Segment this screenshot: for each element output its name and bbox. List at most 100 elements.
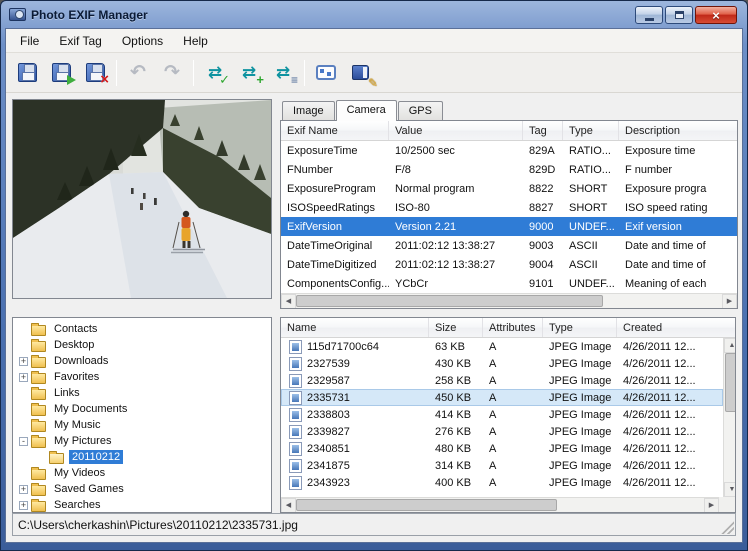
collapse-icon[interactable]: - — [19, 437, 28, 446]
tab-gps[interactable]: GPS — [398, 101, 443, 120]
check-overlay-icon: ✓ — [219, 73, 230, 86]
menu-options[interactable]: Options — [112, 31, 173, 51]
exif-name: ComponentsConfig... — [281, 278, 389, 290]
tree-item-desktop[interactable]: Desktop — [17, 337, 271, 353]
file-row[interactable]: 2343923400 KBAJPEG Image4/26/2011 12... — [281, 474, 723, 491]
exif-description: Exposure progra — [619, 183, 737, 195]
file-row[interactable]: 2338803414 KBAJPEG Image4/26/2011 12... — [281, 406, 723, 423]
expand-icon[interactable]: + — [19, 357, 28, 366]
scroll-up-button[interactable]: ▲ — [724, 338, 735, 353]
exif-horizontal-scrollbar[interactable]: ◀ ▶ — [281, 293, 737, 308]
scroll-track[interactable] — [724, 353, 735, 482]
exif-row[interactable]: FNumberF/8829DRATIO...F number — [281, 160, 737, 179]
column-header-type[interactable]: Type — [543, 318, 617, 337]
exif-row[interactable]: ExposureProgramNormal program8822SHORTEx… — [281, 179, 737, 198]
file-attributes: A — [483, 358, 543, 370]
exif-tag-list-button[interactable]: ⇄≡ — [266, 57, 300, 89]
exif-row-selected[interactable]: ExifVersionVersion 2.219000UNDEF...Exif … — [281, 217, 737, 236]
exif-value: YCbCr — [389, 278, 523, 290]
scroll-thumb[interactable] — [296, 295, 603, 307]
file-row[interactable]: 2327539430 KBAJPEG Image4/26/2011 12... — [281, 355, 723, 372]
viewer-button[interactable] — [309, 57, 343, 89]
column-header-value[interactable]: Value — [389, 121, 523, 140]
tree-item-favorites[interactable]: +Favorites — [17, 369, 271, 385]
exif-row[interactable]: ComponentsConfig...YCbCr9101UNDEF...Mean… — [281, 274, 737, 293]
plus-overlay-icon: + — [256, 73, 264, 86]
exif-row[interactable]: DateTimeDigitized2011:02:12 13:38:279004… — [281, 255, 737, 274]
scroll-track[interactable] — [296, 294, 722, 309]
menu-file[interactable]: File — [10, 31, 49, 51]
scroll-thumb[interactable] — [296, 499, 557, 511]
file-type: JPEG Image — [543, 460, 617, 472]
redo-icon: ↷ — [164, 63, 180, 82]
close-button[interactable]: × — [695, 6, 737, 24]
file-list-vertical-scrollbar[interactable]: ▲ ▼ — [723, 338, 735, 497]
tab-image[interactable]: Image — [282, 101, 335, 120]
menu-exif-tag[interactable]: Exif Tag — [49, 31, 111, 51]
maximize-button[interactable] — [665, 6, 693, 24]
tree-item-label: My Videos — [51, 466, 108, 480]
tree-item-my-videos[interactable]: My Videos — [17, 465, 271, 481]
scroll-right-button[interactable]: ▶ — [704, 498, 719, 513]
redo-button[interactable]: ↷ — [155, 57, 189, 89]
minimize-icon — [645, 18, 654, 21]
column-header-created[interactable]: Created — [617, 318, 736, 337]
scroll-down-button[interactable]: ▼ — [724, 482, 735, 497]
scroll-thumb[interactable] — [725, 353, 735, 412]
edit-exif-button[interactable]: ⇄✓ — [198, 57, 232, 89]
tree-item-saved-games[interactable]: +Saved Games — [17, 481, 271, 497]
toolbar-separator — [116, 60, 117, 86]
exif-row[interactable]: ExposureTime10/2500 sec829ARATIO...Expos… — [281, 141, 737, 160]
file-row[interactable]: 2339827276 KBAJPEG Image4/26/2011 12... — [281, 423, 723, 440]
column-header-tag[interactable]: Tag — [523, 121, 563, 140]
scroll-right-button[interactable]: ▶ — [722, 294, 737, 309]
expand-icon[interactable]: + — [19, 485, 28, 494]
file-attributes: A — [483, 392, 543, 404]
file-created: 4/26/2011 12... — [617, 341, 723, 353]
tree-item-my-pictures[interactable]: -My Pictures — [17, 433, 271, 449]
tree-item-my-music[interactable]: My Music — [17, 417, 271, 433]
file-attributes: A — [483, 375, 543, 387]
file-name: 2340851 — [307, 443, 350, 455]
save-copy-button[interactable] — [44, 57, 78, 89]
column-header-name[interactable]: Name — [281, 318, 429, 337]
tree-item-20110212[interactable]: 20110212 — [17, 449, 271, 465]
tree-item-contacts[interactable]: Contacts — [17, 321, 271, 337]
undo-button[interactable]: ↶ — [121, 57, 155, 89]
menu-help[interactable]: Help — [173, 31, 218, 51]
tree-item-my-documents[interactable]: My Documents — [17, 401, 271, 417]
column-header-exif-name[interactable]: Exif Name — [281, 121, 389, 140]
file-row[interactable]: 2329587258 KBAJPEG Image4/26/2011 12... — [281, 372, 723, 389]
tree-item-downloads[interactable]: +Downloads — [17, 353, 271, 369]
column-header-size[interactable]: Size — [429, 318, 483, 337]
add-exif-tag-button[interactable]: ⇄+ — [232, 57, 266, 89]
delete-exif-button[interactable]: × — [78, 57, 112, 89]
file-row-selected[interactable]: 2335731450 KBAJPEG Image4/26/2011 12... — [281, 389, 723, 406]
help-button[interactable]: ✎ — [343, 57, 377, 89]
exif-row[interactable]: ISOSpeedRatingsISO-808827SHORTISO speed … — [281, 198, 737, 217]
tree-item-searches[interactable]: +Searches — [17, 497, 271, 513]
column-header-type[interactable]: Type — [563, 121, 619, 140]
resize-grip[interactable] — [721, 521, 734, 534]
titlebar[interactable]: Photo EXIF Manager × — [5, 1, 743, 28]
scroll-left-button[interactable]: ◀ — [281, 294, 296, 309]
file-type: JPEG Image — [543, 341, 617, 353]
expand-icon[interactable]: + — [19, 501, 28, 510]
exif-row[interactable]: DateTimeOriginal2011:02:12 13:38:279003A… — [281, 236, 737, 255]
column-header-description[interactable]: Description — [619, 121, 738, 140]
tree-item-links[interactable]: Links — [17, 385, 271, 401]
file-row[interactable]: 115d71700c6463 KBAJPEG Image4/26/2011 12… — [281, 338, 723, 355]
column-header-attributes[interactable]: Attributes — [483, 318, 543, 337]
scroll-track[interactable] — [296, 498, 704, 513]
pencil-overlay-icon: ✎ — [368, 76, 378, 90]
save-button[interactable] — [10, 57, 44, 89]
file-row[interactable]: 2341875314 KBAJPEG Image4/26/2011 12... — [281, 457, 723, 474]
file-list-horizontal-scrollbar[interactable]: ◀ ▶ — [281, 497, 719, 512]
tab-camera[interactable]: Camera — [336, 100, 397, 121]
minimize-button[interactable] — [635, 6, 663, 24]
menubar: File Exif Tag Options Help — [6, 29, 742, 53]
file-row[interactable]: 2340851480 KBAJPEG Image4/26/2011 12... — [281, 440, 723, 457]
expand-icon[interactable]: + — [19, 373, 28, 382]
folder-icon — [31, 325, 46, 336]
scroll-left-button[interactable]: ◀ — [281, 498, 296, 513]
